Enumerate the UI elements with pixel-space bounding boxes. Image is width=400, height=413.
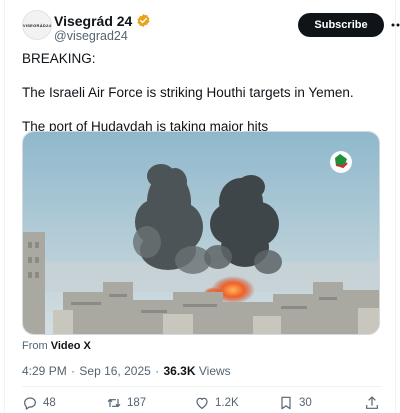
divider [22, 386, 382, 387]
reply-button[interactable]: 48 [22, 394, 56, 412]
repost-icon [107, 398, 121, 408]
repost-count: 187 [127, 397, 147, 409]
media-source-prefix: From [22, 340, 48, 352]
verified-badge-icon [137, 13, 150, 28]
engagement-bar: 48 187 1.2K 30 [22, 394, 384, 412]
reply-count: 48 [43, 397, 56, 409]
tweet-text: BREAKING: The Israeli Air Force is strik… [22, 50, 382, 135]
heart-icon [196, 397, 208, 409]
right-border [395, 0, 396, 413]
meta-separator: · [71, 364, 76, 378]
views-label: Views [198, 364, 231, 378]
video-frame-image[interactable] [23, 132, 379, 334]
media-source[interactable]: From Video X [22, 340, 91, 352]
share-icon [366, 396, 378, 409]
handle[interactable]: @visegrad24 [54, 29, 151, 43]
share-button[interactable] [364, 394, 380, 412]
reply-icon [24, 397, 36, 410]
post-date[interactable]: Sep 16, 2025 [79, 364, 150, 378]
like-count: 1.2K [215, 397, 239, 409]
bookmark-button[interactable]: 30 [278, 394, 312, 412]
avatar-label: VISEGRÁD24 [22, 22, 52, 28]
left-border [4, 0, 5, 413]
bookmark-icon [281, 396, 291, 410]
avatar[interactable]: VISEGRÁD24 [22, 10, 52, 40]
post-container: VISEGRÁD24 Visegrád 24 @visegrad24 Subsc… [0, 0, 400, 413]
tweet-line-1: BREAKING: [22, 51, 96, 66]
channel-logo-icon [330, 151, 352, 173]
post-time[interactable]: 4:29 PM [22, 364, 67, 378]
repost-button[interactable]: 187 [106, 394, 146, 412]
bookmark-count: 30 [299, 397, 312, 409]
display-name[interactable]: Visegrád 24 [54, 13, 132, 29]
views-count: 36.3K [163, 364, 196, 378]
author-info[interactable]: Visegrád 24 @visegrad24 [54, 12, 151, 43]
tweet-line-2: The Israeli Air Force is striking Houthi… [22, 85, 354, 100]
subscribe-button[interactable]: Subscribe [298, 13, 384, 37]
post-meta: 4:29 PM · Sep 16, 2025 · 36.3K Views [22, 364, 231, 378]
meta-separator: · [155, 364, 160, 378]
like-button[interactable]: 1.2K [194, 394, 239, 412]
video-player[interactable] [22, 131, 380, 335]
more-horizontal-icon[interactable] [389, 16, 400, 34]
post-header: VISEGRÁD24 Visegrád 24 @visegrad24 Subsc… [22, 10, 400, 43]
media-source-name[interactable]: Video X [51, 340, 91, 352]
